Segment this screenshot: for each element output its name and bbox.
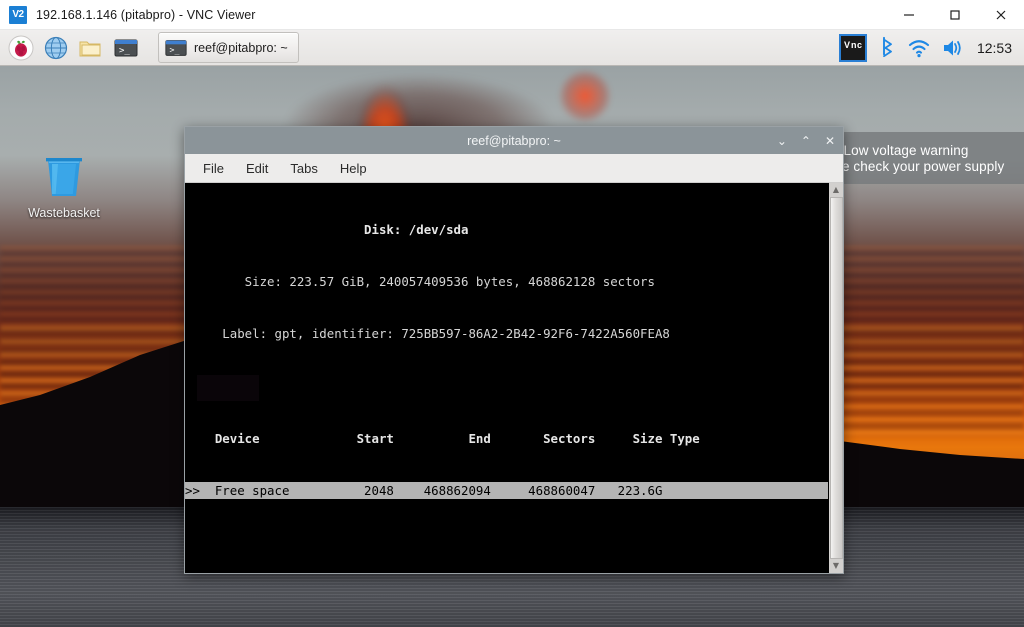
- cfdisk-table-header: Device Start End Sectors Size Type: [185, 430, 700, 446]
- svg-text:c: c: [857, 40, 862, 50]
- svg-text:V: V: [844, 40, 850, 50]
- bluetooth-icon[interactable]: [877, 36, 897, 60]
- system-tray: V n c 12:53: [838, 33, 1024, 62]
- taskbar-launchers: >_ >_ reef@pitabpro: ~: [0, 32, 299, 64]
- terminal-window-title: reef@pitabpro: ~: [467, 133, 561, 148]
- terminal-window: reef@pitabpro: ~ ⌄ ⌃ ✕ File Edit Tabs He…: [184, 126, 844, 574]
- vnc-window-controls: [886, 0, 1024, 30]
- minimize-icon[interactable]: ⌄: [777, 135, 787, 147]
- cfdisk-screen[interactable]: Disk: /dev/sda Size: 223.57 GiB, 2400574…: [185, 183, 828, 573]
- desktop-icon-wastebasket[interactable]: Wastebasket: [22, 156, 106, 220]
- vnc-viewer-titlebar: V2 192.168.1.146 (pitabpro) - VNC Viewer: [0, 0, 1024, 30]
- terminal-scrollbar-track[interactable]: [828, 197, 843, 559]
- menu-edit[interactable]: Edit: [238, 158, 276, 179]
- terminal-icon[interactable]: >_: [110, 32, 142, 64]
- cfdisk-size-line: Size: 223.57 GiB, 240057409536 bytes, 46…: [185, 274, 655, 290]
- cfdisk-label-line: Label: gpt, identifier: 725BB597-86A2-2B…: [185, 326, 670, 342]
- cfdisk-blank-1: [185, 377, 828, 394]
- cfdisk-render-artifact: [197, 375, 259, 401]
- vnc-logo-icon: V2: [9, 5, 27, 24]
- file-manager-icon[interactable]: [75, 32, 107, 64]
- taskbar-window-button-terminal[interactable]: >_ reef@pitabpro: ~: [158, 32, 299, 63]
- minimize-icon[interactable]: [886, 0, 932, 30]
- menu-file[interactable]: File: [195, 158, 232, 179]
- cfdisk-row-free-space[interactable]: >> Free space 2048 468862094 468860047 2…: [185, 481, 828, 500]
- screen-root: V2 192.168.1.146 (pitabpro) - VNC Viewer: [0, 0, 1024, 627]
- menu-help[interactable]: Help: [332, 158, 375, 179]
- maximize-icon[interactable]: [932, 0, 978, 30]
- desktop-icon-label: Wastebasket: [28, 206, 100, 220]
- terminal-window-controls: ⌄ ⌃ ✕: [777, 127, 835, 154]
- cfdisk-disk-line: Disk: /dev/sda: [185, 221, 469, 237]
- taskbar-window-button-label: reef@pitabpro: ~: [194, 40, 288, 55]
- svg-text:>_: >_: [119, 46, 130, 56]
- scroll-down-arrow-icon[interactable]: ▼: [828, 559, 843, 573]
- close-icon[interactable]: [978, 0, 1024, 30]
- vnc-server-tray-icon[interactable]: V n c: [838, 33, 867, 62]
- terminal-body: Disk: /dev/sda Size: 223.57 GiB, 2400574…: [185, 183, 843, 573]
- scroll-up-arrow-icon[interactable]: ▲: [828, 183, 843, 197]
- svg-text:n: n: [851, 40, 856, 50]
- taskbar-clock[interactable]: 12:53: [975, 40, 1012, 56]
- maximize-icon[interactable]: ⌃: [801, 135, 811, 147]
- vnc-window-title: 192.168.1.146 (pitabpro) - VNC Viewer: [36, 7, 256, 22]
- cfdisk-blank-2: [185, 534, 828, 551]
- raspberry-pi-menu-icon[interactable]: [5, 32, 37, 64]
- menu-tabs[interactable]: Tabs: [282, 158, 325, 179]
- svg-text:>_: >_: [170, 44, 180, 54]
- terminal-menubar: File Edit Tabs Help: [185, 154, 843, 183]
- wastebasket-icon: [46, 158, 82, 196]
- taskbar: >_ >_ reef@pitabpro: ~ V n c 12:53: [0, 30, 1024, 66]
- terminal-icon: >_: [165, 39, 187, 56]
- notification-title: Low voltage warning: [843, 142, 969, 158]
- terminal-scrollbar-thumb[interactable]: [829, 197, 843, 559]
- volume-icon[interactable]: [941, 37, 965, 59]
- terminal-titlebar[interactable]: reef@pitabpro: ~ ⌄ ⌃ ✕: [185, 127, 843, 154]
- web-browser-icon[interactable]: [40, 32, 72, 64]
- close-icon[interactable]: ✕: [825, 135, 835, 147]
- wifi-icon[interactable]: [907, 37, 931, 59]
- terminal-scrollbar[interactable]: ▲ ▼: [828, 183, 843, 573]
